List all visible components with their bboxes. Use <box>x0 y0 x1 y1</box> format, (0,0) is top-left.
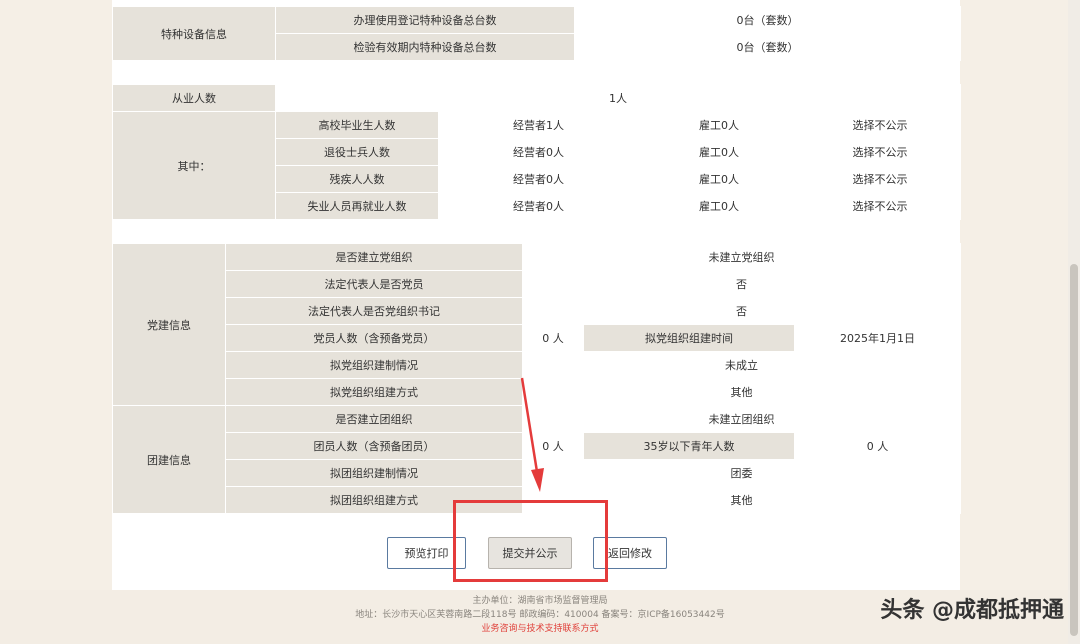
rep-secretary-label: 法定代表人是否党组织书记 <box>225 297 523 325</box>
disabled-disclosure: 选择不公示 <box>799 165 961 193</box>
table-row: 拟党组织组建方式 其他 <box>113 378 961 406</box>
league-section-label: 团建信息 <box>112 405 226 514</box>
table-row: 从业人数 1人 <box>112 84 961 112</box>
league-established-label: 是否建立团组织 <box>225 405 523 433</box>
veterans-operator: 经营者0人 <box>438 138 639 166</box>
reemployed-hired: 雇工0人 <box>638 192 800 220</box>
party-section-label: 党建信息 <box>112 243 226 406</box>
league-planned-status-value: 团委 <box>522 459 961 487</box>
reemployed-disclosure: 选择不公示 <box>799 192 961 220</box>
veterans-hired: 雇工0人 <box>638 138 800 166</box>
graduates-operator: 经营者1人 <box>438 111 639 139</box>
veterans-disclosure: 选择不公示 <box>799 138 961 166</box>
table-row: 特种设备信息 办理使用登记特种设备总台数 0台（套数） <box>112 6 961 61</box>
league-planned-status-label: 拟团组织建制情况 <box>225 459 523 487</box>
employees-total-value: 1人 <box>275 84 961 112</box>
rep-member-value: 否 <box>522 270 961 298</box>
party-planned-method-label: 拟党组织组建方式 <box>225 378 523 406</box>
footer-support-link[interactable]: 业务咨询与技术支持联系方式 <box>0 622 1080 636</box>
league-members-label: 团员人数（含预备团员） <box>225 432 523 460</box>
party-planned-time-value: 2025年1月1日 <box>794 324 961 352</box>
party-established-label: 是否建立党组织 <box>225 243 523 271</box>
disabled-label: 残疾人人数 <box>275 165 439 193</box>
table-row: 团员人数（含预备团员） 0 人 35岁以下青年人数 0 人 <box>113 432 961 460</box>
graduates-disclosure: 选择不公示 <box>799 111 961 139</box>
reemployed-operator: 经营者0人 <box>438 192 639 220</box>
table-row: 拟团组织建制情况 团委 <box>113 459 961 487</box>
party-planned-time-label: 拟党组织组建时间 <box>583 324 795 352</box>
veterans-label: 退役士兵人数 <box>275 138 439 166</box>
reemployed-label: 失业人员再就业人数 <box>275 192 439 220</box>
highlight-box <box>453 500 608 582</box>
equipment-registered-value: 0台（套数） <box>574 6 961 34</box>
table-row: 法定代表人是否党组织书记 否 <box>113 297 961 325</box>
equipment-section-label: 特种设备信息 <box>112 6 276 61</box>
league-established-value: 未建立团组织 <box>522 405 961 433</box>
page: 特种设备信息 办理使用登记特种设备总台数 0台（套数） 检验有效期内特种设备总台… <box>0 0 1080 644</box>
party-members-label: 党员人数（含预备党员） <box>225 324 523 352</box>
table-row: 党建信息 是否建立党组织 未建立党组织 <box>112 243 961 406</box>
rep-member-label: 法定代表人是否党员 <box>225 270 523 298</box>
equipment-registered-label: 办理使用登记特种设备总台数 <box>275 6 575 34</box>
table-row: 团建信息 是否建立团组织 未建立团组织 <box>112 405 961 514</box>
equipment-inspected-value: 0台（套数） <box>574 33 961 61</box>
table-row: 法定代表人是否党员 否 <box>113 270 961 298</box>
watermark: 头条 @成都抵押通 <box>880 598 1064 623</box>
equipment-inspected-label: 检验有效期内特种设备总台数 <box>275 33 575 61</box>
graduates-hired: 雇工0人 <box>638 111 800 139</box>
employees-table: 从业人数 1人 其中： 高校毕业生人数 经营者1人 雇工0人 选择不公示 退役士… <box>112 84 961 220</box>
league-youth-value: 0 人 <box>794 432 961 460</box>
scrollbar[interactable] <box>1068 0 1080 644</box>
scrollbar-thumb[interactable] <box>1070 264 1078 636</box>
disabled-operator: 经营者0人 <box>438 165 639 193</box>
league-youth-label: 35岁以下青年人数 <box>583 432 795 460</box>
party-league-table: 党建信息 是否建立党组织 未建立党组织 法定代表人是否党员 否 法定代表人是否党… <box>112 243 961 514</box>
disabled-hired: 雇工0人 <box>638 165 800 193</box>
league-members-value: 0 人 <box>522 432 584 460</box>
party-established-value: 未建立党组织 <box>522 243 961 271</box>
party-planned-status-value: 未成立 <box>522 351 961 379</box>
party-members-value: 0 人 <box>522 324 584 352</box>
table-row: 其中： 高校毕业生人数 经营者1人 雇工0人 选择不公示 <box>112 111 961 220</box>
employees-total-label: 从业人数 <box>112 84 276 112</box>
equipment-table: 特种设备信息 办理使用登记特种设备总台数 0台（套数） 检验有效期内特种设备总台… <box>112 6 961 61</box>
rep-secretary-value: 否 <box>522 297 961 325</box>
table-row: 党员人数（含预备党员） 0 人 拟党组织组建时间 2025年1月1日 <box>113 324 961 352</box>
party-planned-method-value: 其他 <box>522 378 961 406</box>
employees-among-label: 其中： <box>112 111 276 220</box>
party-planned-status-label: 拟党组织建制情况 <box>225 351 523 379</box>
table-row: 拟党组织建制情况 未成立 <box>113 351 961 379</box>
graduates-label: 高校毕业生人数 <box>275 111 439 139</box>
